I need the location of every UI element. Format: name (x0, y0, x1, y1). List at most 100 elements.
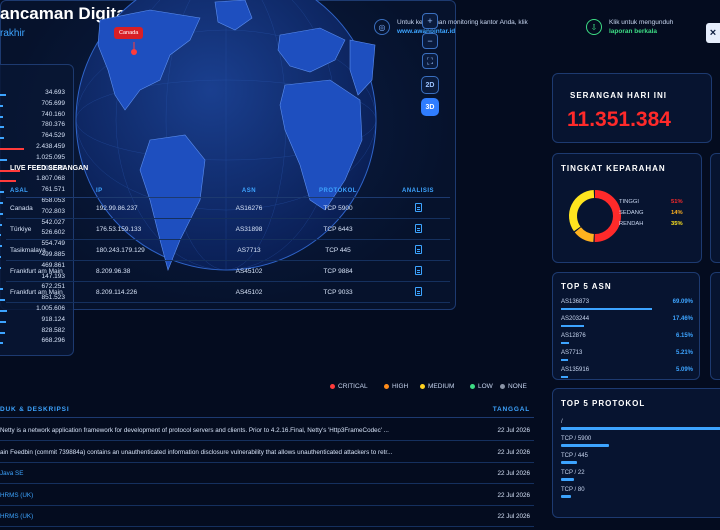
vuln-description[interactable]: HRMS (UK) (0, 513, 470, 520)
legend-label: NONE (508, 383, 527, 390)
feed-origin: Tasikmalaya (10, 246, 46, 254)
analysis-doc-icon[interactable] (414, 286, 422, 296)
live-feed-title: LIVE FEED SERANGAN (10, 165, 89, 172)
protocol-name: / (561, 419, 563, 425)
feed-analysis-cell (386, 265, 450, 277)
severity-label: TINGGI (619, 199, 639, 205)
vuln-row[interactable]: ain Feedbin (commit 739884a) contains an… (0, 442, 534, 463)
asn-bar (561, 308, 653, 310)
asn-bar (561, 359, 568, 361)
download-link[interactable]: laporan berkala (609, 27, 673, 36)
analysis-doc-icon[interactable] (414, 223, 422, 233)
list-value: 918.124 (41, 315, 66, 323)
vuln-date: 22 Jul 2026 (497, 448, 530, 456)
feed-row[interactable]: Frankfurt am Main 8.209.114.226 AS45102 TCP… (6, 282, 450, 303)
feed-asn: AS45102 (235, 267, 263, 275)
attacks-today-label: SERANGAN HARI INI (570, 91, 668, 100)
legend-item: HIGH (384, 383, 408, 390)
list-value: 668.296 (41, 337, 66, 345)
vuln-description[interactable]: HRMS (UK) (0, 492, 470, 499)
asn-name: AS203244 (561, 316, 590, 322)
feed-protocol: TCP 445 (325, 246, 351, 254)
protocol-name: TCP / 80 (561, 487, 585, 493)
legend-item: LOW (470, 383, 493, 390)
feed-analysis-cell (386, 202, 450, 214)
list-bar (0, 310, 7, 312)
asn-name: AS135916 (561, 367, 590, 373)
severity-label: SEDANG (619, 210, 644, 216)
severity-pct: 51% (671, 199, 683, 205)
col-analisis: ANALISIS (401, 187, 434, 194)
vuln-row[interactable]: HRMS (UK) 22 Jul 2026 (0, 506, 534, 527)
list-bar (0, 331, 5, 334)
legend-label: MEDIUM (428, 383, 455, 390)
protocol-bar (561, 478, 574, 481)
asn-percent: 69.09% (672, 299, 693, 305)
col-product-desc: DUK & DESKRIPSI (0, 406, 70, 413)
zoom-in-button[interactable]: + (422, 13, 438, 29)
feed-row[interactable]: Tasikmalaya 180.243.179.129 AS7713 TCP 445 (6, 240, 450, 261)
vuln-row[interactable]: HRMS (UK) 22 Jul 2026 (0, 485, 534, 506)
vuln-row[interactable]: Netty is a network application framework… (0, 420, 534, 441)
feed-origin: Türkiye (10, 225, 32, 233)
feed-analysis-cell (386, 286, 450, 298)
asn-bar (561, 342, 570, 344)
feed-row[interactable]: Frankfurt am Main 8.209.96.38 AS45102 TCP 9… (6, 261, 450, 282)
view-3d-button[interactable]: 3D (421, 98, 439, 116)
protocol-row[interactable]: TCP / 80 (561, 485, 711, 505)
feed-row[interactable]: Türkiye 176.53.159.133 AS31898 TCP 6443 (6, 219, 450, 240)
zoom-out-button[interactable]: − (422, 33, 438, 49)
severity-donut (569, 190, 621, 242)
asn-row[interactable]: AS135916 5.09% (561, 363, 693, 383)
donut-slice-sedang (574, 227, 595, 242)
analysis-doc-icon[interactable] (414, 244, 422, 254)
legend-label: LOW (478, 383, 493, 390)
legend-label: HIGH (392, 383, 409, 390)
partial-card-2 (710, 272, 720, 380)
col-ip: IP (96, 187, 103, 194)
severity-card: TINGKAT KEPARAHAN TINGGI 51% SEDANG 14% REND… (552, 153, 702, 263)
severity-title: TINGKAT KEPARAHAN (561, 164, 666, 173)
feed-asn: AS7713 (237, 246, 261, 254)
feed-analysis-cell (386, 223, 450, 235)
vuln-description: Netty is a network application framework… (0, 427, 389, 434)
top-protocol-card: TOP 5 PROTOKOL / TCP / 5900 TCP / 445 TCP /… (552, 388, 720, 518)
feed-table-header: ASAL IP ASN PROTOKOL ANALISIS (6, 184, 450, 198)
legend-dot-icon (500, 384, 505, 389)
fullscreen-button[interactable]: ⛶ (422, 53, 438, 69)
top-protocol-title: TOP 5 PROTOKOL (561, 399, 646, 408)
analysis-doc-icon[interactable] (414, 202, 422, 212)
attack-marker-label[interactable]: Canada (114, 27, 144, 39)
protocol-name: TCP / 445 (561, 453, 588, 459)
protocol-name: TCP / 22 (561, 470, 585, 476)
close-button[interactable]: × (706, 23, 720, 43)
feed-asn: AS31898 (235, 225, 263, 233)
download-text: Klik untuk mengunduh (609, 19, 674, 26)
feed-ip: 8.209.114.226 (96, 288, 138, 296)
legend-dot-icon (420, 384, 425, 389)
severity-pct: 35% (671, 221, 683, 227)
col-asal: ASAL (10, 187, 29, 194)
vuln-row[interactable]: Java SE 22 Jul 2026 (0, 463, 534, 484)
protocol-name: TCP / 5900 (561, 436, 592, 442)
feed-asn: AS16276 (235, 204, 263, 212)
feed-analysis-cell (386, 244, 450, 256)
feed-protocol: TCP 5900 (323, 204, 353, 212)
vuln-date: 22 Jul 2026 (497, 491, 530, 499)
vuln-date: 22 Jul 2026 (497, 513, 530, 520)
asn-percent: 6.15% (675, 333, 693, 339)
top-asn-card: TOP 5 ASN AS136873 69.09% AS203244 17.46% AS… (552, 272, 700, 380)
view-2d-button[interactable]: 2D (421, 76, 439, 94)
legend-item: CRITICAL (330, 383, 368, 390)
vuln-description[interactable]: Java SE (0, 470, 470, 477)
map-panel: Canada + − ⛶ 2D 3D LIVE FEED SERANGAN AS… (0, 0, 456, 310)
attacks-today-card: SERANGAN HARI INI 11.351.384 (552, 73, 712, 143)
download-info[interactable]: Klik untuk mengunduh laporan berkala (609, 18, 673, 36)
severity-pct: 14% (671, 210, 683, 216)
partial-card-1 (710, 153, 720, 263)
asn-percent: 5.21% (675, 350, 693, 356)
analysis-doc-icon[interactable] (414, 265, 422, 275)
feed-row[interactable]: Canada 192.99.86.237 AS16276 TCP 5900 (6, 198, 450, 219)
download-icon[interactable]: ⇩ (586, 19, 602, 35)
feed-protocol: TCP 9884 (323, 267, 353, 275)
